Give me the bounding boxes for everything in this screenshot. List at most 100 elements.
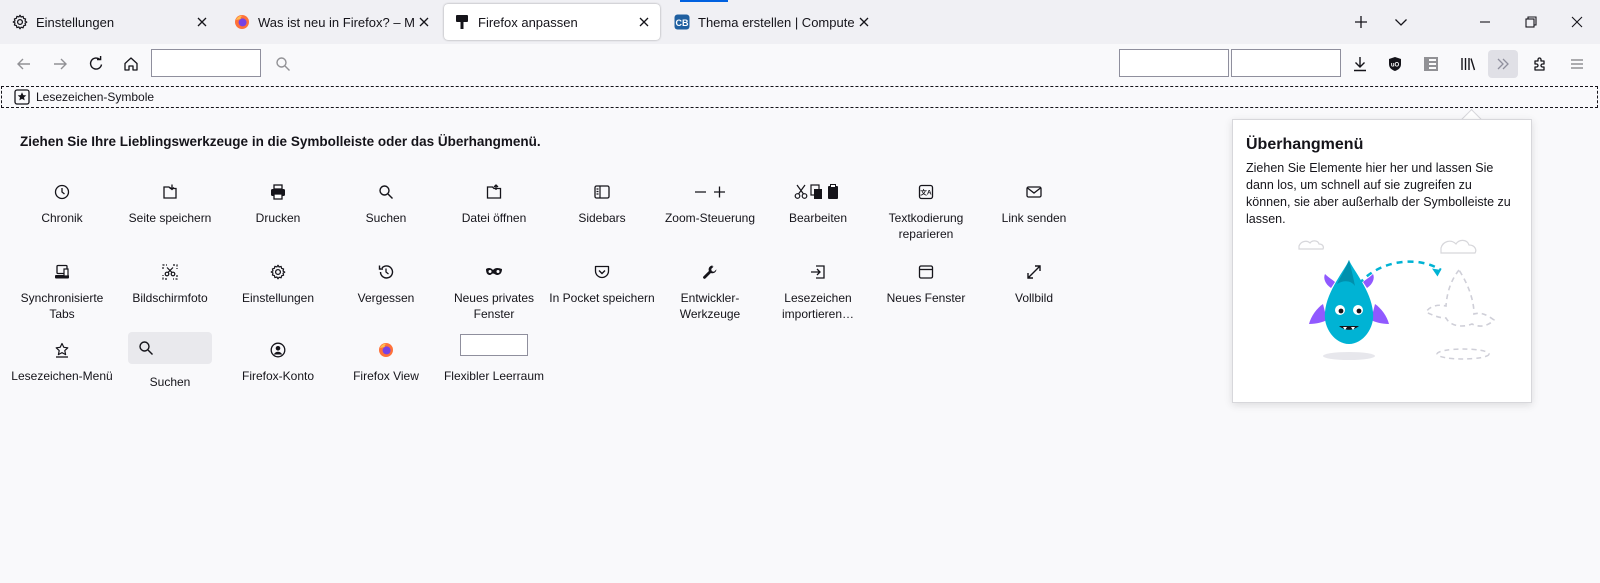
palette-item-flexible-space[interactable]: Flexibler Leerraum (440, 334, 548, 384)
palette-item-print[interactable]: Drucken (224, 182, 332, 226)
palette-item-label: Drucken (255, 211, 301, 225)
close-icon[interactable] (414, 12, 434, 32)
firefox-view-icon (332, 340, 440, 360)
palette-item-label: Neues Fenster (886, 291, 966, 305)
account-icon (224, 340, 332, 360)
palette-item-label: Bildschirmfoto (132, 291, 208, 305)
new-tab-button[interactable] (1349, 10, 1373, 34)
tab-einstellungen[interactable]: Einstellungen (2, 4, 218, 40)
library-button[interactable] (1453, 50, 1483, 78)
zoom-controls-icon (656, 182, 764, 202)
computerbase-icon: CB (674, 14, 690, 30)
palette-item-firefox-view[interactable]: Firefox View (332, 340, 440, 384)
minimize-button[interactable] (1462, 0, 1508, 44)
palette-item-import-bookmarks[interactable]: Lesezeichen importieren… (764, 262, 872, 322)
overflow-menu-button[interactable] (1488, 50, 1518, 78)
palette-item-firefox-account[interactable]: Firefox-Konto (224, 340, 332, 384)
tab-indicator (680, 0, 728, 2)
palette-item-screenshot[interactable]: Bildschirmfoto (116, 262, 224, 306)
extensions-button[interactable] (1525, 50, 1555, 78)
edit-controls-icon (764, 182, 872, 202)
palette-item-open-file[interactable]: Datei öffnen (440, 182, 548, 226)
tab-thema-erstellen[interactable]: CB Thema erstellen | ComputerBase (664, 4, 880, 40)
flexible-space[interactable] (151, 49, 261, 77)
list-all-tabs-button[interactable] (1389, 10, 1413, 34)
palette-item-forget[interactable]: Vergessen (332, 262, 440, 306)
extension-button[interactable] (1416, 50, 1446, 78)
overflow-panel-title: Überhangmenü (1246, 136, 1364, 153)
palette-item-settings[interactable]: Einstellungen (224, 262, 332, 306)
close-icon[interactable] (634, 12, 654, 32)
bookmarks-menu-icon (8, 340, 116, 360)
arrow-left-icon (16, 56, 32, 72)
overflow-panel[interactable]: Überhangmenü Ziehen Sie Elemente hier he… (1232, 119, 1532, 403)
firefox-icon (234, 14, 250, 30)
bookmarks-toolbar-label: Lesezeichen-Symbole (36, 90, 155, 104)
fullscreen-icon (980, 262, 1088, 282)
palette-item-bookmarks-menu[interactable]: Lesezeichen-Menü (8, 340, 116, 384)
palette-item-label: Vollbild (1014, 291, 1054, 305)
palette-item-edit-controls[interactable]: Bearbeiten (764, 182, 872, 226)
search-icon (275, 56, 291, 72)
palette-item-label: Seite speichern (128, 211, 212, 225)
pocket-icon (548, 262, 656, 282)
palette-item-email-link[interactable]: Link senden (980, 182, 1088, 226)
palette-item-label: Synchronisierte Tabs (20, 291, 104, 321)
navigation-toolbar: uO (0, 44, 1600, 84)
home-icon (123, 56, 139, 72)
search-icon (138, 340, 154, 356)
open-file-icon (440, 182, 548, 202)
download-icon (1352, 56, 1368, 72)
palette-item-label: Firefox-Konto (241, 369, 315, 383)
home-button[interactable] (116, 50, 146, 78)
flexible-space[interactable] (1119, 49, 1229, 77)
palette-item-label: Lesezeichen importieren… (781, 291, 855, 321)
close-icon[interactable] (192, 12, 212, 32)
palette-item-label: Link senden (1001, 211, 1067, 225)
downloads-button[interactable] (1345, 50, 1375, 78)
reload-button[interactable] (81, 50, 111, 78)
restore-button[interactable] (1508, 0, 1554, 44)
palette-item-history[interactable]: Chronik (8, 182, 116, 226)
tab-label: Thema erstellen | ComputerBase (698, 14, 854, 30)
close-icon[interactable] (854, 12, 874, 32)
chevron-down-icon (1394, 15, 1408, 29)
palette-item-synced-tabs[interactable]: Synchronisierte Tabs (8, 262, 116, 322)
ublock-extension-button[interactable]: uO (1380, 50, 1410, 78)
flexible-space[interactable] (1231, 49, 1341, 77)
close-window-button[interactable] (1554, 0, 1600, 44)
bookmarks-toolbar[interactable]: Lesezeichen-Symbole (1, 86, 1598, 108)
palette-item-search-widget[interactable]: Suchen (116, 332, 224, 390)
minimize-icon (1479, 16, 1491, 28)
app-menu-button[interactable] (1562, 50, 1592, 78)
search-icon (332, 182, 440, 202)
forget-icon (332, 262, 440, 282)
palette-item-pocket[interactable]: In Pocket speichern (548, 262, 656, 306)
tab-whats-new[interactable]: Was ist neu in Firefox? – Mehr P (224, 4, 440, 40)
palette-item-new-window[interactable]: Neues Fenster (872, 262, 980, 306)
search-bar-widget (128, 332, 212, 364)
palette-item-private-window[interactable]: Neues privates Fenster (440, 262, 548, 322)
palette-item-fullscreen[interactable]: Vollbild (980, 262, 1088, 306)
print-icon (224, 182, 332, 202)
palette-item-label: Datei öffnen (461, 211, 527, 225)
palette-item-label: Entwickler-Werkzeuge (679, 291, 741, 321)
palette-item-label: Firefox View (353, 369, 419, 383)
urlbar-search-button[interactable] (268, 50, 298, 78)
import-icon (764, 262, 872, 282)
palette-item-label: Suchen (149, 375, 191, 389)
palette-item-label: Sidebars (578, 211, 626, 225)
tab-firefox-anpassen[interactable]: Firefox anpassen (444, 4, 660, 40)
flexible-space-widget (460, 334, 528, 356)
wrench-icon (656, 262, 764, 282)
palette-item-text-encoding[interactable]: 文A Textkodierung reparieren (872, 182, 980, 242)
back-button[interactable] (9, 50, 39, 78)
palette-item-sidebars[interactable]: Sidebars (548, 182, 656, 226)
forward-button[interactable] (45, 50, 75, 78)
palette-item-developer-tools[interactable]: Entwickler-Werkzeuge (656, 262, 764, 322)
palette-item-search[interactable]: Suchen (332, 182, 440, 226)
palette-item-zoom-controls[interactable]: Zoom-Steuerung (656, 182, 764, 226)
shield-icon: uO (1387, 56, 1403, 72)
palette-item-save-page[interactable]: Seite speichern (116, 182, 224, 226)
tab-label: Firefox anpassen (478, 14, 578, 30)
